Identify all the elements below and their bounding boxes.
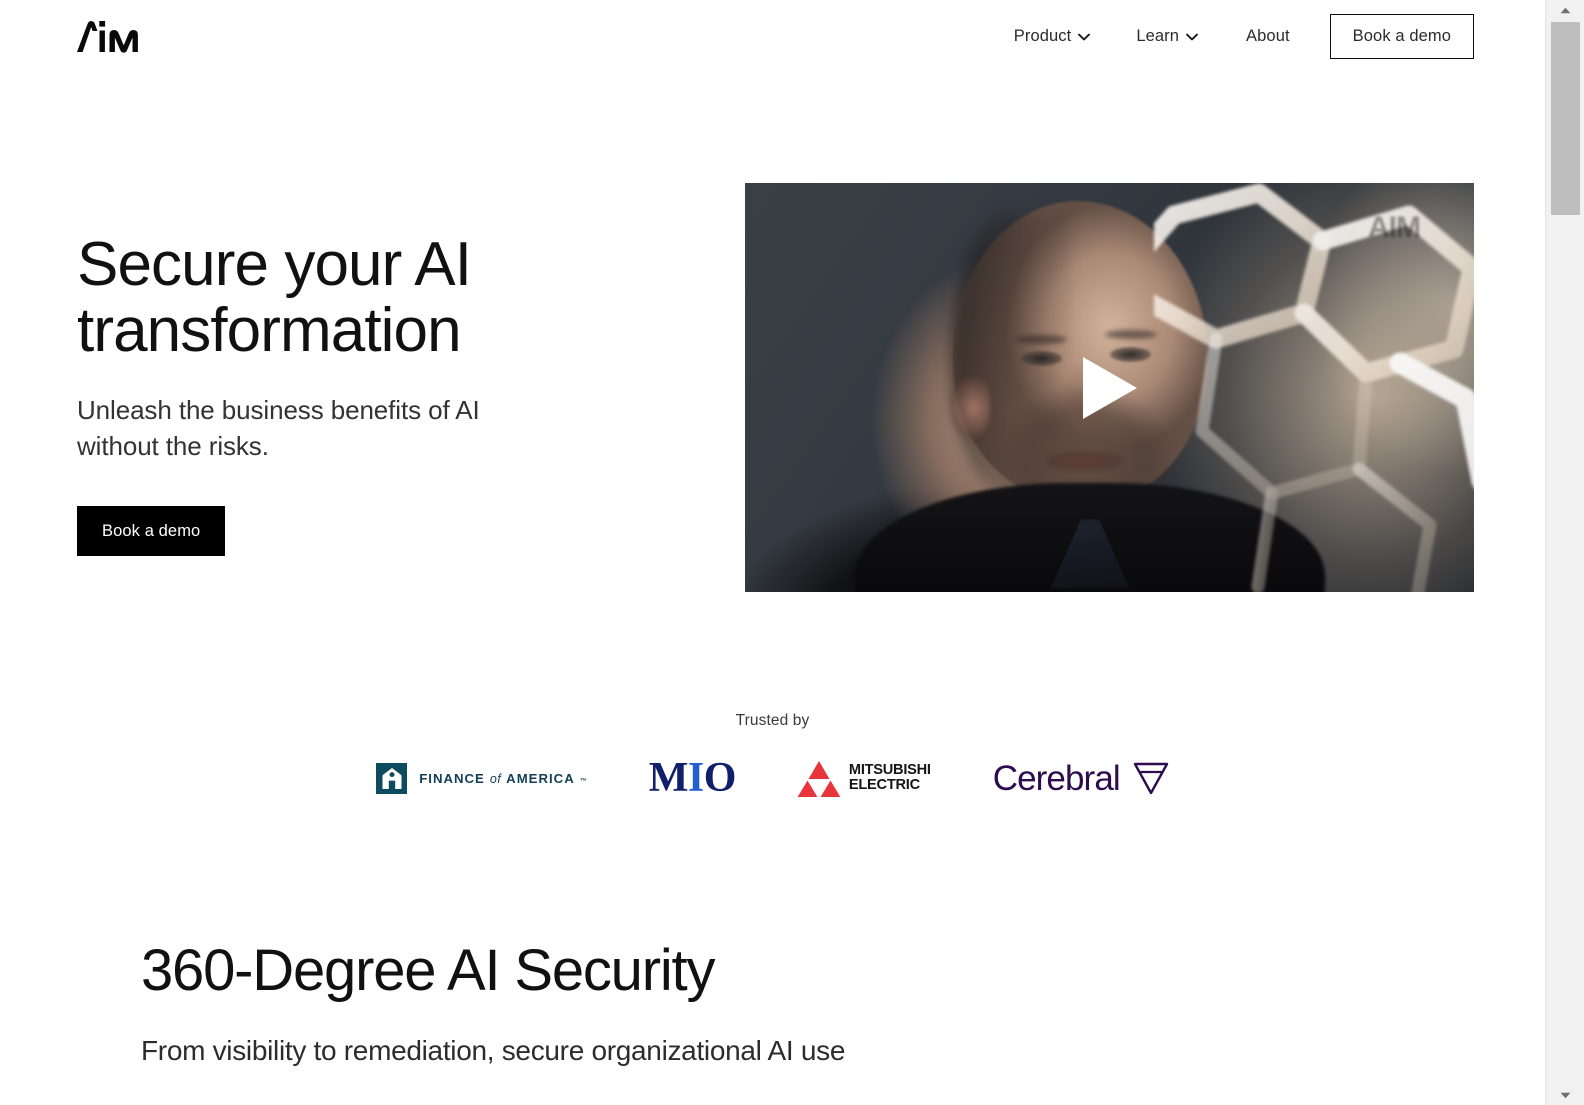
logo-finance-of-america[interactable]: FINANCE of AMERICA ™	[376, 755, 587, 801]
scrollbar-thumb[interactable]	[1551, 22, 1580, 215]
trusted-by-section: Trusted by FINANCE of AMERICA ™ MIO MITS…	[0, 712, 1545, 804]
page-viewport: Product Learn About Book a demo Secure y…	[0, 0, 1545, 1105]
page-scrollbar[interactable]	[1545, 0, 1584, 1105]
mitsubishi-three-diamonds-icon	[797, 759, 840, 797]
trusted-by-label: Trusted by	[735, 712, 810, 729]
mio-letter-m: M	[648, 755, 689, 801]
ai-security-section: 360-Degree AI Security From visibility t…	[0, 938, 1545, 1069]
hero-title: Secure your AI transformation	[77, 230, 472, 365]
video-watermark: AIM	[1368, 211, 1421, 244]
nav-item-about-label: About	[1246, 27, 1290, 45]
hero-book-a-demo-button[interactable]: Book a demo	[77, 505, 226, 557]
logo-mitsubishi-electric[interactable]: MITSUBISHI ELECTRIC	[797, 755, 931, 801]
nav-item-product[interactable]: Product	[1000, 17, 1105, 56]
finance-of-america-mark-icon	[376, 762, 408, 794]
ai-security-title: 360-Degree AI Security	[141, 938, 715, 1003]
logo-mio[interactable]: MIO	[648, 755, 737, 801]
aim-logo-icon	[77, 21, 138, 53]
mitsubishi-line-1: MITSUBISHI	[848, 762, 931, 779]
nav-item-about[interactable]: About	[1232, 17, 1304, 56]
mio-letter-o: O	[703, 755, 737, 801]
scroll-up-arrow-icon[interactable]	[1546, 0, 1584, 20]
aim-logo[interactable]	[77, 19, 147, 53]
hexagon-lattice-decoration	[1154, 183, 1474, 592]
finance-of-america-word-of: of	[489, 771, 502, 786]
main-navigation: Product Learn About Book a demo	[1000, 14, 1474, 59]
mio-letter-i: I	[687, 755, 704, 801]
hero-copy: Secure your AI transformation Unleash th…	[77, 230, 637, 557]
hero-video-player[interactable]: AIM	[745, 183, 1474, 592]
site-header: Product Learn About Book a demo	[0, 0, 1545, 72]
header-book-a-demo-button[interactable]: Book a demo	[1329, 14, 1474, 59]
finance-of-america-word-1: FINANCE	[419, 770, 485, 786]
nav-item-learn[interactable]: Learn	[1122, 17, 1212, 56]
mitsubishi-line-2: ELECTRIC	[848, 777, 920, 793]
trusted-by-logo-row: FINANCE of AMERICA ™ MIO MITSUBISHI ELEC…	[0, 752, 1545, 804]
nav-item-product-label: Product	[1013, 27, 1072, 45]
finance-of-america-word-2: AMERICA	[506, 770, 575, 786]
scroll-down-arrow-icon[interactable]	[1546, 1085, 1584, 1105]
page-root: Product Learn About Book a demo Secure y…	[0, 0, 1584, 1105]
chevron-down-icon	[1186, 33, 1198, 41]
nav-item-learn-label: Learn	[1136, 27, 1180, 45]
hero-section: Secure your AI transformation Unleash th…	[0, 160, 1545, 630]
cerebral-triangle-icon	[1133, 761, 1169, 795]
hero-subtitle: Unleash the business benefits of AI with…	[77, 395, 480, 461]
logo-cerebral[interactable]: Cerebral	[993, 755, 1169, 801]
play-icon[interactable]	[1080, 355, 1140, 421]
ai-security-subtitle: From visibility to remediation, secure o…	[141, 1034, 846, 1066]
cerebral-wordmark: Cerebral	[992, 758, 1121, 798]
finance-of-america-trademark: ™	[579, 777, 587, 785]
chevron-down-icon	[1078, 33, 1091, 41]
